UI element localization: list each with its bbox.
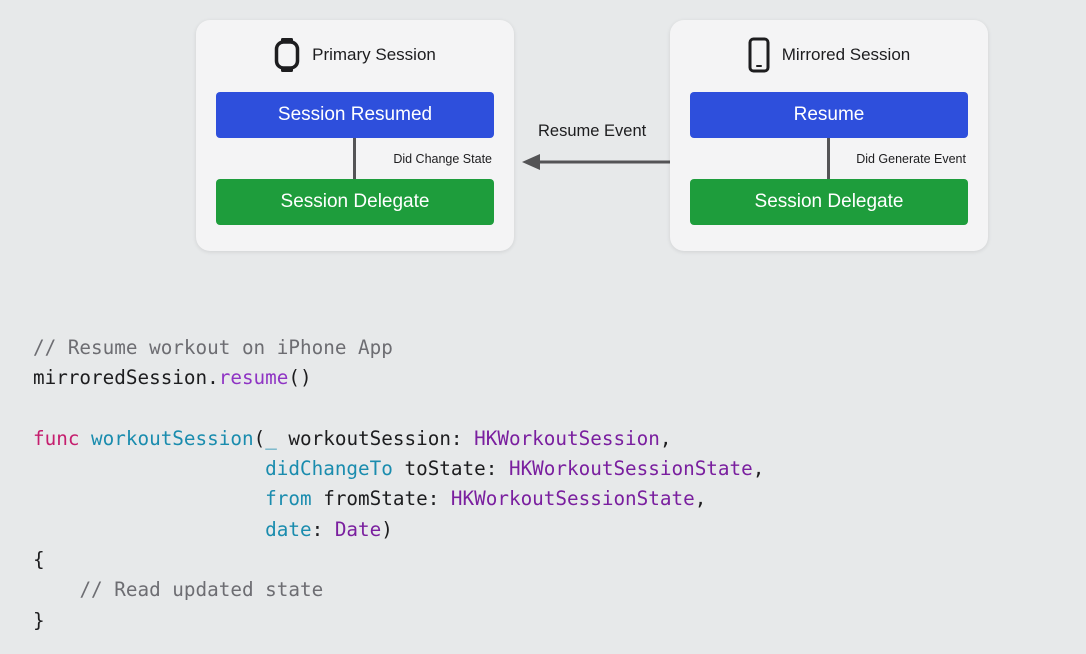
- mirrored-connector-line: [827, 138, 830, 179]
- code-token-type: HKWorkoutSessionState: [450, 487, 695, 511]
- code-token-comment: // Read updated state: [79, 578, 324, 602]
- code-token-method: resume: [218, 366, 289, 390]
- primary-session-title: Primary Session: [312, 45, 436, 64]
- did-change-state-label: Did Change State: [393, 152, 492, 166]
- code-token-keyword: func: [33, 426, 80, 450]
- session-resumed-block: Session Resumed: [216, 92, 494, 138]
- code-token-plain: fromState:: [311, 487, 451, 511]
- code-token-plain: toState:: [392, 457, 509, 481]
- resume-event-arrow: [522, 154, 671, 170]
- code-token-plain: ,: [694, 487, 707, 511]
- code-token-func: from: [265, 487, 312, 511]
- did-generate-event-label: Did Generate Event: [856, 152, 966, 166]
- code-token-plain: ,: [659, 426, 672, 450]
- iphone-icon: [748, 37, 770, 73]
- code-line: from fromState: HKWorkoutSessionState,: [33, 484, 764, 514]
- code-token-plain: (: [253, 426, 266, 450]
- code-token-plain: (): [288, 366, 312, 390]
- code-token-type: Date: [334, 517, 382, 541]
- code-token-plain: mirroredSession.: [33, 366, 219, 390]
- mirrored-session-header: Mirrored Session: [670, 36, 988, 74]
- watch-icon: [274, 37, 300, 73]
- primary-session-card: Primary Session Session Resumed Did Chan…: [196, 20, 514, 251]
- code-token-func: _: [265, 426, 277, 450]
- code-line: }: [33, 606, 764, 636]
- code-token-func: date: [265, 517, 312, 541]
- code-line: date: Date): [33, 515, 764, 545]
- code-token-type: HKWorkoutSessionState: [508, 457, 753, 481]
- code-block: // Resume workout on iPhone App mirroredS…: [33, 333, 764, 636]
- code-token-plain: }: [33, 608, 45, 632]
- code-line: didChangeTo toState: HKWorkoutSessionSta…: [33, 454, 764, 484]
- primary-connector-line: [353, 138, 356, 179]
- code-token-plain: ): [381, 517, 393, 541]
- code-token-func: didChangeTo: [265, 457, 393, 481]
- code-line: {: [33, 545, 764, 575]
- code-token-func: workoutSession: [91, 426, 254, 450]
- primary-session-delegate-block: Session Delegate: [216, 179, 494, 225]
- resume-event-label: Resume Event: [538, 122, 647, 140]
- code-line: mirroredSession.resume(): [33, 363, 764, 393]
- code-line: // Resume workout on iPhone App: [33, 333, 764, 363]
- code-token-plain: {: [33, 548, 45, 572]
- mirrored-session-card: Mirrored Session Resume Did Generate Eve…: [670, 20, 988, 251]
- code-token-comment: // Resume workout on iPhone App: [33, 336, 393, 359]
- mirrored-session-delegate-block: Session Delegate: [690, 179, 968, 225]
- resume-block: Resume: [690, 92, 968, 138]
- code-token-plain: workoutSession:: [276, 426, 475, 450]
- code-token-plain: :: [311, 517, 335, 541]
- primary-session-header: Primary Session: [196, 36, 514, 74]
- code-line: func workoutSession(_ workoutSession: HK…: [33, 424, 764, 454]
- mirrored-session-title: Mirrored Session: [781, 45, 911, 64]
- code-token-plain: ,: [752, 457, 765, 481]
- code-token-type: HKWorkoutSession: [474, 426, 660, 450]
- code-line: // Read updated state: [33, 575, 764, 605]
